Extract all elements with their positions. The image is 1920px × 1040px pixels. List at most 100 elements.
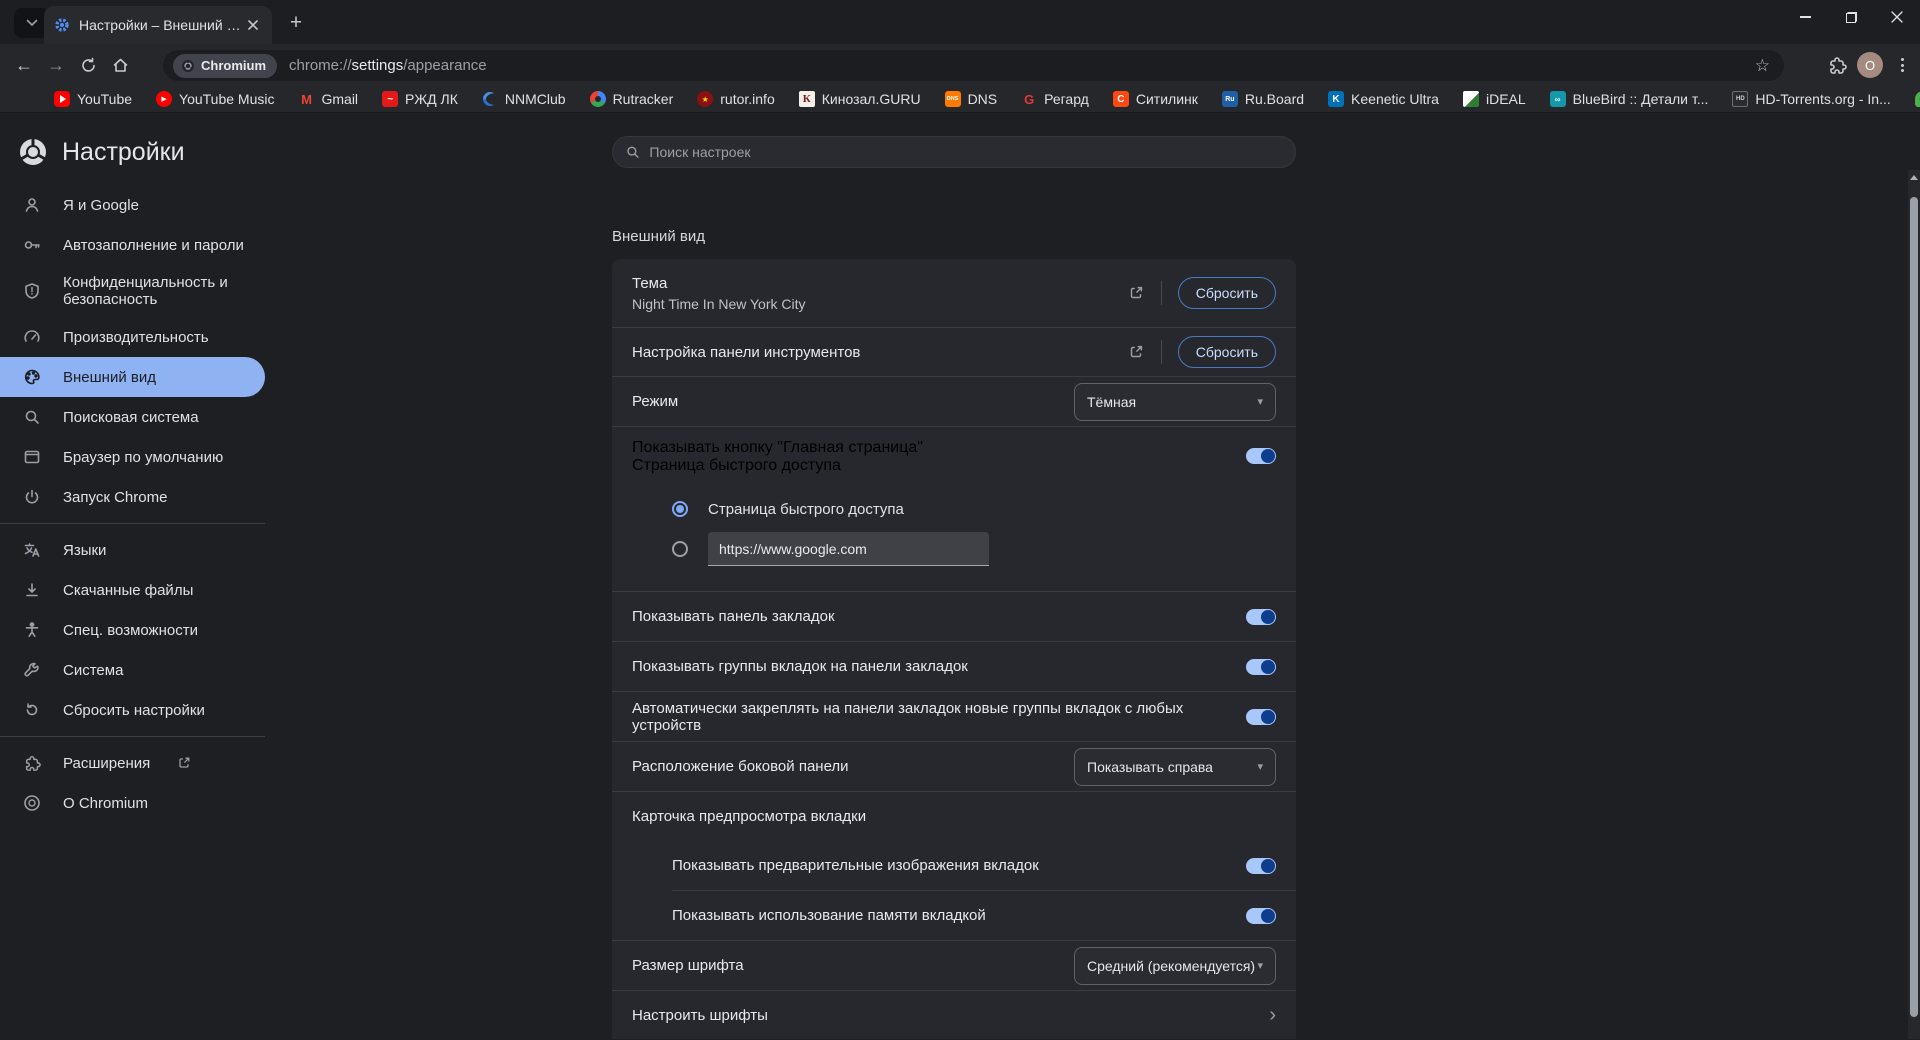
- bookmark-youtube[interactable]: YouTube: [54, 91, 132, 107]
- home-button-section: Показывать кнопку "Главная страница" Стр…: [612, 427, 1296, 591]
- address-bar[interactable]: Chromium chrome://settings/appearance ☆: [163, 50, 1784, 81]
- radio-unselected[interactable]: [672, 541, 688, 557]
- bookmark-citilink[interactable]: С Ситилинк: [1112, 91, 1198, 107]
- home-button[interactable]: [104, 49, 136, 81]
- home-button-toggle[interactable]: [1246, 448, 1276, 464]
- toolbar-reset-button[interactable]: Сбросить: [1177, 336, 1276, 368]
- sidebar-item-downloads[interactable]: Скачанные файлы: [0, 570, 265, 610]
- bookmark-rutracker[interactable]: Rutracker: [589, 91, 673, 107]
- bookmark-nnmclub[interactable]: NNMClub: [482, 91, 566, 107]
- show-bookmarks-bar-toggle[interactable]: [1246, 608, 1276, 625]
- sidebar-item-reset[interactable]: Сбросить настройки: [0, 690, 265, 730]
- bookmark-keenetic[interactable]: K Keenetic Ultra: [1328, 91, 1439, 107]
- toolbar-customize-row: Настройка панели инструментов Сбросить: [612, 328, 1296, 376]
- bookmarks-bar: YouTube ▶ YouTube Music M Gmail ~ РЖД ЛК NN…: [0, 86, 1920, 113]
- tab-groups-toggle[interactable]: [1246, 658, 1276, 675]
- settings-search[interactable]: [612, 136, 1296, 168]
- theme-reset-button[interactable]: Сбросить: [1177, 277, 1276, 309]
- puzzle-icon: [25, 755, 41, 771]
- font-size-select[interactable]: Средний (рекомендуется) ▾: [1074, 946, 1276, 985]
- bookmark-kinozal[interactable]: К Кинозал.GURU: [798, 91, 921, 107]
- bookmark-ideal[interactable]: iDEAL: [1462, 91, 1526, 107]
- bookmark-dns[interactable]: DNS DNS: [944, 91, 997, 107]
- sidebar-item-privacy[interactable]: Конфиденциальность и безопасность: [0, 265, 265, 317]
- youtube-music-icon: ▶: [156, 91, 173, 107]
- tab-groups-row: Показывать группы вкладок на панели закл…: [612, 642, 1296, 691]
- sidebar-item-appearance[interactable]: Внешний вид: [0, 357, 265, 397]
- radio-selected[interactable]: [672, 501, 688, 517]
- reload-button[interactable]: [72, 49, 104, 81]
- profile-avatar[interactable]: O: [1857, 52, 1883, 78]
- auto-pin-row: Автоматически закреплять на панели закла…: [612, 692, 1296, 741]
- bookmark-youtube-music[interactable]: ▶ YouTube Music: [156, 91, 274, 107]
- forward-button[interactable]: →: [40, 49, 72, 81]
- memory-usage-toggle[interactable]: [1246, 907, 1276, 924]
- side-panel-label: Расположение боковой панели: [632, 758, 849, 775]
- rutracker-icon: [589, 91, 606, 107]
- bookmark-rutor[interactable]: ★ rutor.info: [697, 91, 775, 107]
- sidebar-item-accessibility[interactable]: Спец. возможности: [0, 610, 265, 650]
- preview-images-toggle[interactable]: [1246, 857, 1276, 874]
- restore-button[interactable]: [1828, 0, 1874, 34]
- tab-close-button[interactable]: [244, 16, 262, 34]
- new-tab-button[interactable]: +: [282, 10, 310, 38]
- download-icon: [26, 583, 38, 597]
- bookmark-ruboard[interactable]: Ru Ru.Board: [1221, 91, 1304, 107]
- sidebar-item-performance[interactable]: Производительность: [0, 317, 265, 357]
- bookmark-hdtorrents[interactable]: HD HD-Torrents.org - In...: [1732, 91, 1891, 107]
- home-url-input[interactable]: [708, 532, 989, 566]
- sidebar-item-on-startup[interactable]: Запуск Chrome: [0, 477, 265, 517]
- gmail-icon: M: [301, 91, 312, 107]
- side-panel-select[interactable]: Показывать справа ▾: [1074, 747, 1276, 786]
- home-url-option[interactable]: [612, 529, 1296, 569]
- sidebar-item-extensions[interactable]: Расширения: [0, 743, 265, 783]
- rzd-icon: ~: [382, 91, 399, 107]
- sidebar-item-search-engine[interactable]: Поисковая система: [0, 397, 265, 437]
- search-icon: [25, 410, 39, 424]
- wrench-icon: [24, 662, 39, 677]
- menu-button[interactable]: [1893, 54, 1912, 76]
- sidebar-item-you-and-google[interactable]: Я и Google: [0, 185, 265, 225]
- bookmark-star-icon[interactable]: ☆: [1751, 56, 1774, 76]
- site-chip[interactable]: Chromium: [173, 53, 277, 78]
- font-size-label: Размер шрифта: [632, 957, 744, 974]
- mode-value: Тёмная: [1087, 393, 1137, 410]
- sidebar-item-languages[interactable]: Языки: [0, 530, 265, 570]
- back-button[interactable]: ←: [8, 49, 40, 81]
- apps-grid-icon[interactable]: [14, 91, 30, 107]
- sidebar-item-default-browser[interactable]: Браузер по умолчанию: [0, 437, 265, 477]
- toolbar-right: O: [1827, 44, 1912, 86]
- sidebar-item-system[interactable]: Система: [0, 650, 265, 690]
- settings-sidebar: Настройки Я и Google Автозаполнение и па…: [0, 113, 265, 1039]
- scrollbar-thumb[interactable]: [1910, 197, 1918, 1017]
- citilink-icon: С: [1112, 91, 1129, 107]
- sidebar-divider: [0, 736, 265, 737]
- external-link-icon[interactable]: [1127, 284, 1145, 302]
- page-scrollbar[interactable]: [1908, 170, 1920, 1039]
- regard-icon: G: [1024, 91, 1035, 107]
- bookmark-bluebird[interactable]: ∞ BlueBird :: Детали т...: [1549, 91, 1708, 107]
- close-window-button[interactable]: [1874, 0, 1920, 34]
- bookmark-forum[interactable]: Форум: [1914, 91, 1920, 107]
- mode-select[interactable]: Тёмная ▾: [1074, 382, 1276, 421]
- bookmark-regard[interactable]: G Регард: [1021, 91, 1089, 107]
- scrollbar-up-arrow[interactable]: [1908, 170, 1920, 184]
- custom-fonts-row[interactable]: Настроить шрифты ›: [612, 991, 1296, 1039]
- chevron-down-icon: [26, 19, 38, 26]
- chevron-right-icon: ›: [1269, 1004, 1276, 1026]
- sidebar-item-autofill[interactable]: Автозаполнение и пароли: [0, 225, 265, 265]
- sidebar-item-about[interactable]: О Chromium: [0, 783, 265, 823]
- home-ntp-option[interactable]: Страница быстрого доступа: [612, 489, 1296, 529]
- bookmark-gmail[interactable]: M Gmail: [298, 91, 358, 107]
- extensions-puzzle-icon[interactable]: [1827, 55, 1847, 75]
- active-tab[interactable]: Настройки – Внешний вид: [44, 6, 272, 44]
- sidebar-header: Настройки: [0, 113, 265, 172]
- bookmark-rzd[interactable]: ~ РЖД ЛК: [382, 91, 458, 107]
- settings-search-input[interactable]: [649, 144, 1283, 160]
- auto-pin-toggle[interactable]: [1246, 708, 1276, 725]
- minimize-button[interactable]: [1782, 0, 1828, 34]
- theme-value: Night Time In New York City: [632, 295, 806, 312]
- external-link-icon[interactable]: [1127, 343, 1145, 361]
- palette-icon: [24, 369, 40, 385]
- chromium-logo: [20, 138, 46, 165]
